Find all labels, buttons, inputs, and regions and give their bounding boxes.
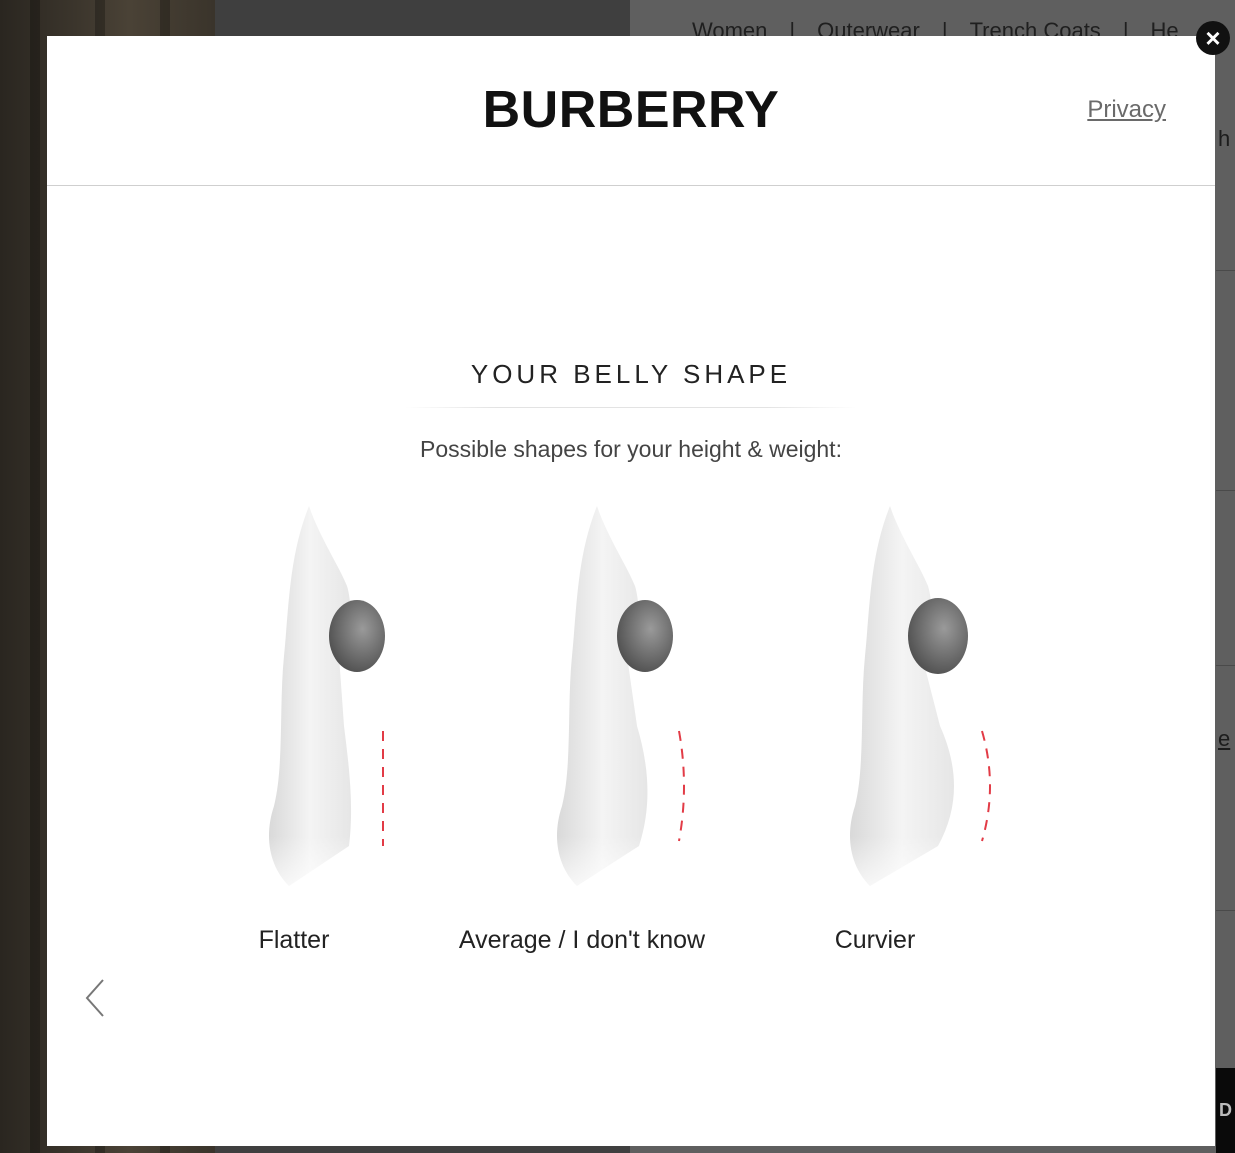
option-label: Average / I don't know bbox=[458, 926, 706, 954]
close-icon: × bbox=[1205, 23, 1221, 53]
belly-shape-modal: BURBERRY Privacy YOUR BELLY SHAPE Possib… bbox=[47, 36, 1215, 1146]
section-subtitle: Possible shapes for your height & weight… bbox=[420, 436, 842, 462]
background-button: D bbox=[1216, 1068, 1235, 1153]
option-flatter[interactable]: Flatter bbox=[249, 506, 509, 956]
option-label: Curvier bbox=[834, 926, 916, 954]
flatter-belly-figure-icon bbox=[249, 506, 429, 906]
background-divider bbox=[1216, 665, 1235, 666]
section-title: YOUR BELLY SHAPE bbox=[470, 359, 792, 389]
background-link-fragment: e bbox=[1218, 726, 1231, 751]
modal-header: BURBERRY Privacy bbox=[47, 36, 1215, 186]
option-curvier[interactable]: Curvier bbox=[830, 506, 1090, 956]
background-divider bbox=[1216, 910, 1235, 911]
title-divider bbox=[405, 407, 857, 408]
back-button[interactable] bbox=[77, 976, 117, 1020]
brand-logo: BURBERRY bbox=[482, 81, 780, 139]
chevron-left-icon bbox=[85, 979, 104, 1017]
option-average[interactable]: Average / I don't know bbox=[459, 506, 797, 956]
background-divider bbox=[1216, 270, 1235, 271]
curvier-belly-figure-icon bbox=[830, 506, 1010, 906]
close-button[interactable]: × bbox=[1196, 21, 1230, 55]
option-label: Flatter bbox=[258, 926, 330, 954]
privacy-link[interactable]: Privacy bbox=[1087, 96, 1166, 124]
average-belly-figure-icon bbox=[537, 506, 717, 906]
background-divider bbox=[1216, 490, 1235, 491]
background-text-fragment: h bbox=[1218, 126, 1231, 151]
